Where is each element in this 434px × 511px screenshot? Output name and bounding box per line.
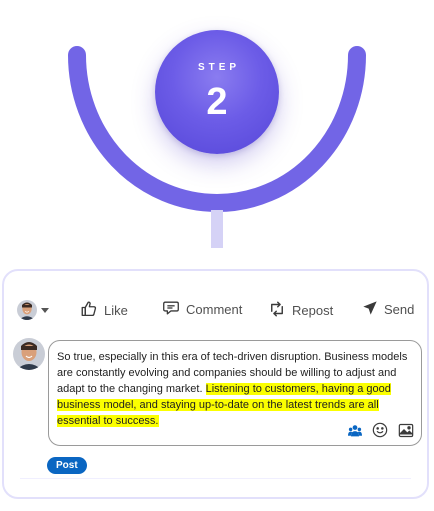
action-bar: Like Comment Repost Send — [4, 271, 427, 341]
paper-plane-icon — [362, 300, 378, 319]
step-label: STEP — [197, 62, 241, 73]
people-icon[interactable] — [348, 424, 362, 437]
chevron-down-icon — [41, 307, 49, 313]
step-badge: STEP 2 — [155, 30, 279, 154]
comment-text: So true, especially in this era of tech-… — [57, 349, 413, 429]
linkedin-comment-card: Like Comment Repost Send So true, especi… — [2, 269, 429, 499]
post-button[interactable]: Post — [47, 457, 87, 474]
avatar-switcher[interactable] — [17, 300, 49, 320]
like-button[interactable]: Like — [80, 300, 128, 321]
thumbs-up-icon — [80, 300, 98, 321]
step-number: 2 — [206, 81, 228, 123]
avatar — [13, 338, 45, 370]
image-icon[interactable] — [398, 423, 414, 438]
smiley-icon[interactable] — [372, 422, 388, 438]
repost-arrows-icon — [268, 300, 286, 321]
like-label: Like — [104, 303, 128, 318]
step-connector — [211, 210, 223, 248]
comment-input[interactable]: So true, especially in this era of tech-… — [48, 340, 422, 446]
speech-bubble-icon — [162, 300, 180, 319]
repost-button[interactable]: Repost — [268, 300, 333, 321]
card-divider — [20, 478, 411, 479]
comment-button[interactable]: Comment — [162, 300, 242, 319]
send-label: Send — [384, 302, 415, 317]
send-button[interactable]: Send — [362, 300, 414, 319]
comment-tools — [338, 422, 414, 438]
repost-label: Repost — [292, 303, 334, 318]
profile-avatar — [17, 300, 37, 320]
comment-label: Comment — [186, 302, 243, 317]
